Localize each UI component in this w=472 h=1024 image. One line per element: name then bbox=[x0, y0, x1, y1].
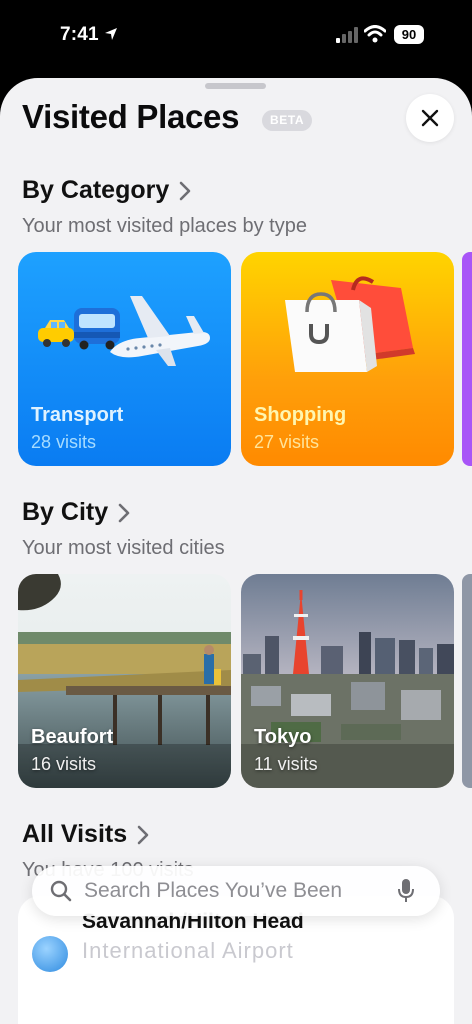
category-label: Transport bbox=[31, 404, 124, 426]
category-card-peek[interactable] bbox=[462, 252, 472, 466]
status-time: 7:41 bbox=[60, 24, 99, 45]
close-icon bbox=[421, 109, 439, 127]
location-arrow-icon bbox=[105, 28, 117, 40]
close-button[interactable] bbox=[406, 94, 454, 142]
category-card-transport[interactable]: Transport 28 visits bbox=[18, 252, 231, 466]
city-count: 16 visits bbox=[31, 754, 97, 774]
city-card-tokyo[interactable]: Tokyo 11 visits bbox=[241, 574, 454, 788]
signal-icon bbox=[336, 27, 358, 43]
transport-illustration bbox=[38, 296, 210, 366]
city-card-beaufort[interactable]: Beaufort 16 visits bbox=[18, 574, 231, 788]
city-count: 11 visits bbox=[254, 754, 318, 774]
globe-icon bbox=[32, 936, 68, 972]
visit-subtitle: International Airport bbox=[82, 938, 294, 963]
by-category-subtitle: Your most visited places by type bbox=[22, 215, 307, 237]
by-category-title: By Category bbox=[22, 176, 170, 204]
status-bar: 7:41 90 bbox=[0, 0, 472, 70]
category-label: Shopping bbox=[254, 404, 347, 426]
category-count: 27 visits bbox=[254, 432, 320, 452]
by-city-title: By City bbox=[22, 498, 109, 526]
city-label: Beaufort bbox=[31, 726, 114, 748]
microphone-icon[interactable] bbox=[397, 878, 415, 904]
city-label: Tokyo bbox=[254, 726, 312, 748]
page-title: Visited Places bbox=[22, 98, 240, 135]
chevron-right-icon bbox=[179, 181, 191, 200]
battery-indicator: 90 bbox=[394, 25, 424, 44]
category-card-shopping[interactable]: Shopping 27 visits bbox=[241, 252, 454, 466]
sheet-grabber[interactable] bbox=[205, 83, 266, 89]
city-card-peek[interactable] bbox=[462, 574, 472, 788]
beta-badge: BETA bbox=[262, 110, 313, 131]
wifi-icon bbox=[364, 25, 386, 43]
search-icon bbox=[50, 880, 72, 902]
chevron-right-icon bbox=[137, 825, 149, 844]
category-count: 28 visits bbox=[31, 432, 97, 452]
all-visits-heading[interactable]: All Visits bbox=[22, 820, 149, 849]
search-input[interactable] bbox=[84, 866, 384, 916]
by-category-heading[interactable]: By Category bbox=[22, 176, 191, 205]
search-bar[interactable] bbox=[32, 866, 440, 916]
by-city-heading[interactable]: By City bbox=[22, 498, 130, 527]
by-city-subtitle: Your most visited cities bbox=[22, 537, 225, 559]
chevron-right-icon bbox=[118, 503, 130, 522]
shopping-bags-illustration bbox=[285, 276, 415, 372]
all-visits-title: All Visits bbox=[22, 820, 128, 848]
